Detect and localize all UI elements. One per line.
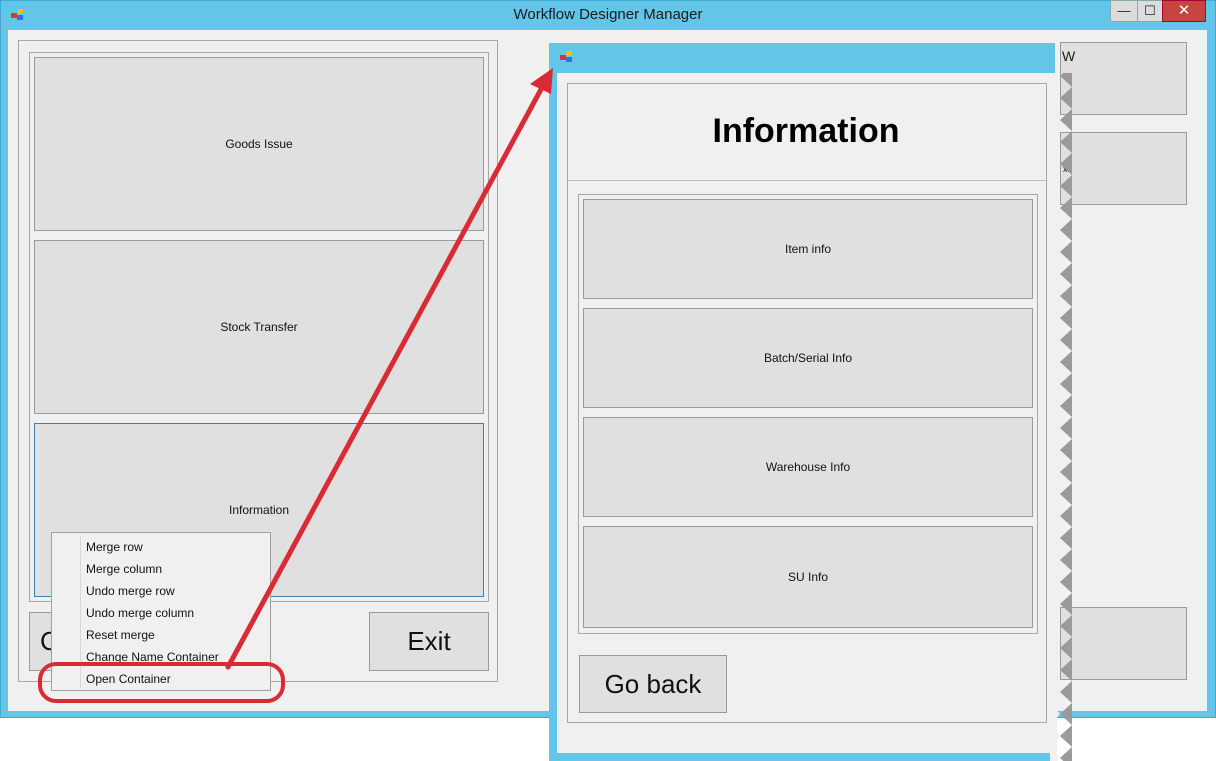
annotation-arrow-line	[225, 79, 548, 670]
highlight-ring	[38, 662, 285, 703]
annotation-overlay	[38, 68, 553, 703]
